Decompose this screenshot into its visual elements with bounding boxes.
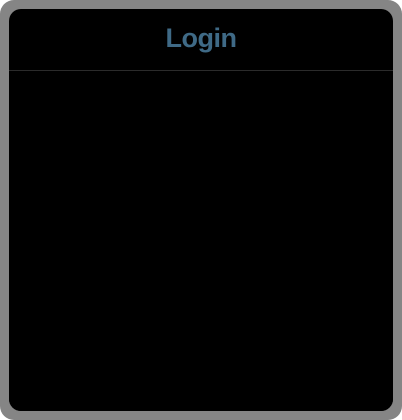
dialog-header: Login (9, 9, 393, 71)
dialog-body (9, 72, 393, 411)
login-dialog-frame: Login (0, 0, 402, 420)
dialog-title: Login (165, 23, 237, 53)
login-dialog: Login (9, 9, 393, 411)
